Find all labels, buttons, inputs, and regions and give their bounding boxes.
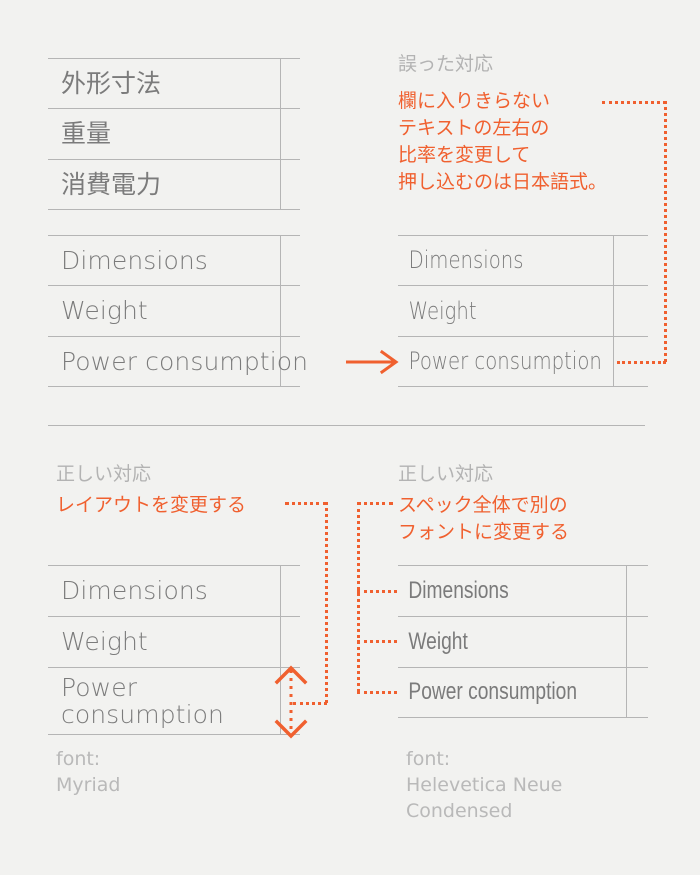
illustration-canvas: 外形寸法 重量 消費電力 Dimensions Weight Power con… <box>0 0 700 875</box>
spec-label: Power consumption <box>408 347 602 376</box>
latin-spec-table-squeezed: Dimensions Weight Power consumption <box>398 235 648 387</box>
correct-approach-annotation-right: スペック全体で別の フォントに変更する <box>398 494 570 543</box>
spec-label: Dimensions <box>408 576 509 604</box>
double-arrow-vertical-icon <box>274 665 308 739</box>
correct-approach-heading-left: 正しい対応 <box>56 463 152 485</box>
dotted-leader-segment <box>357 590 397 593</box>
spec-label: Weight <box>408 627 468 655</box>
dotted-leader-segment <box>357 502 360 692</box>
spec-label: Weight <box>61 296 148 325</box>
latin-spec-table-condensed: Dimensions Weight Power consumption <box>398 565 648 718</box>
table-row: Dimensions <box>48 235 300 285</box>
latin-spec-table-original: Dimensions Weight Power consumption <box>48 235 308 387</box>
correct-approach-annotation-left: レイアウトを変更する <box>56 494 247 516</box>
dotted-leader-segment <box>664 101 667 362</box>
table-row: Dimensions <box>48 565 300 616</box>
dotted-leader-segment <box>602 101 666 104</box>
spec-label: Weight <box>61 627 148 656</box>
table-row: Power consumption <box>398 667 648 718</box>
spec-label: 消費電力 <box>61 169 162 199</box>
table-row-overflowing: Power consumption <box>48 336 308 387</box>
spec-label: Dimensions <box>61 576 208 605</box>
table-row: Weight <box>398 616 648 667</box>
spec-label: Dimensions <box>61 245 208 275</box>
dotted-leader-segment <box>285 502 327 505</box>
dotted-leader-segment <box>357 691 397 694</box>
table-row-wrapped: Power consumption <box>48 667 300 735</box>
wrong-approach-heading: 誤った対応 <box>398 53 494 75</box>
table-row: Power consumption <box>398 336 648 387</box>
japanese-spec-table: 外形寸法 重量 消費電力 <box>48 58 300 210</box>
latin-spec-table-relayout: Dimensions Weight Power consumption <box>48 565 300 735</box>
section-divider <box>48 425 645 426</box>
dotted-leader-segment <box>357 640 397 643</box>
correct-approach-heading-right: 正しい対応 <box>398 463 494 485</box>
spec-label: 外形寸法 <box>61 68 162 98</box>
wrong-approach-annotation: 欄に入りきらない テキストの左右の 比率を変更して 押し込むのは日本語式。 <box>398 90 608 193</box>
table-row: Dimensions <box>398 565 648 616</box>
dotted-leader-segment <box>357 502 393 505</box>
font-note-left: font: Myriad <box>56 748 121 797</box>
table-row: Weight <box>398 285 648 336</box>
spec-label: Power consumption <box>408 678 578 706</box>
spec-label: Dimensions <box>408 246 524 275</box>
table-row: 外形寸法 <box>48 58 300 108</box>
table-row: Dimensions <box>398 235 648 285</box>
spec-label-overflow: Power consumption <box>61 346 309 376</box>
spec-label: Weight <box>408 296 477 325</box>
spec-label: 重量 <box>61 119 112 148</box>
dotted-leader-segment <box>325 502 328 703</box>
spec-label-wrapped: Power consumption <box>61 673 224 729</box>
table-row: Weight <box>48 285 300 336</box>
table-row: Weight <box>48 616 300 667</box>
table-row: 重量 <box>48 108 300 159</box>
arrow-right-icon <box>346 348 400 376</box>
table-row: 消費電力 <box>48 159 300 210</box>
font-note-right: font: Helevetica Neue Condensed <box>406 748 563 823</box>
